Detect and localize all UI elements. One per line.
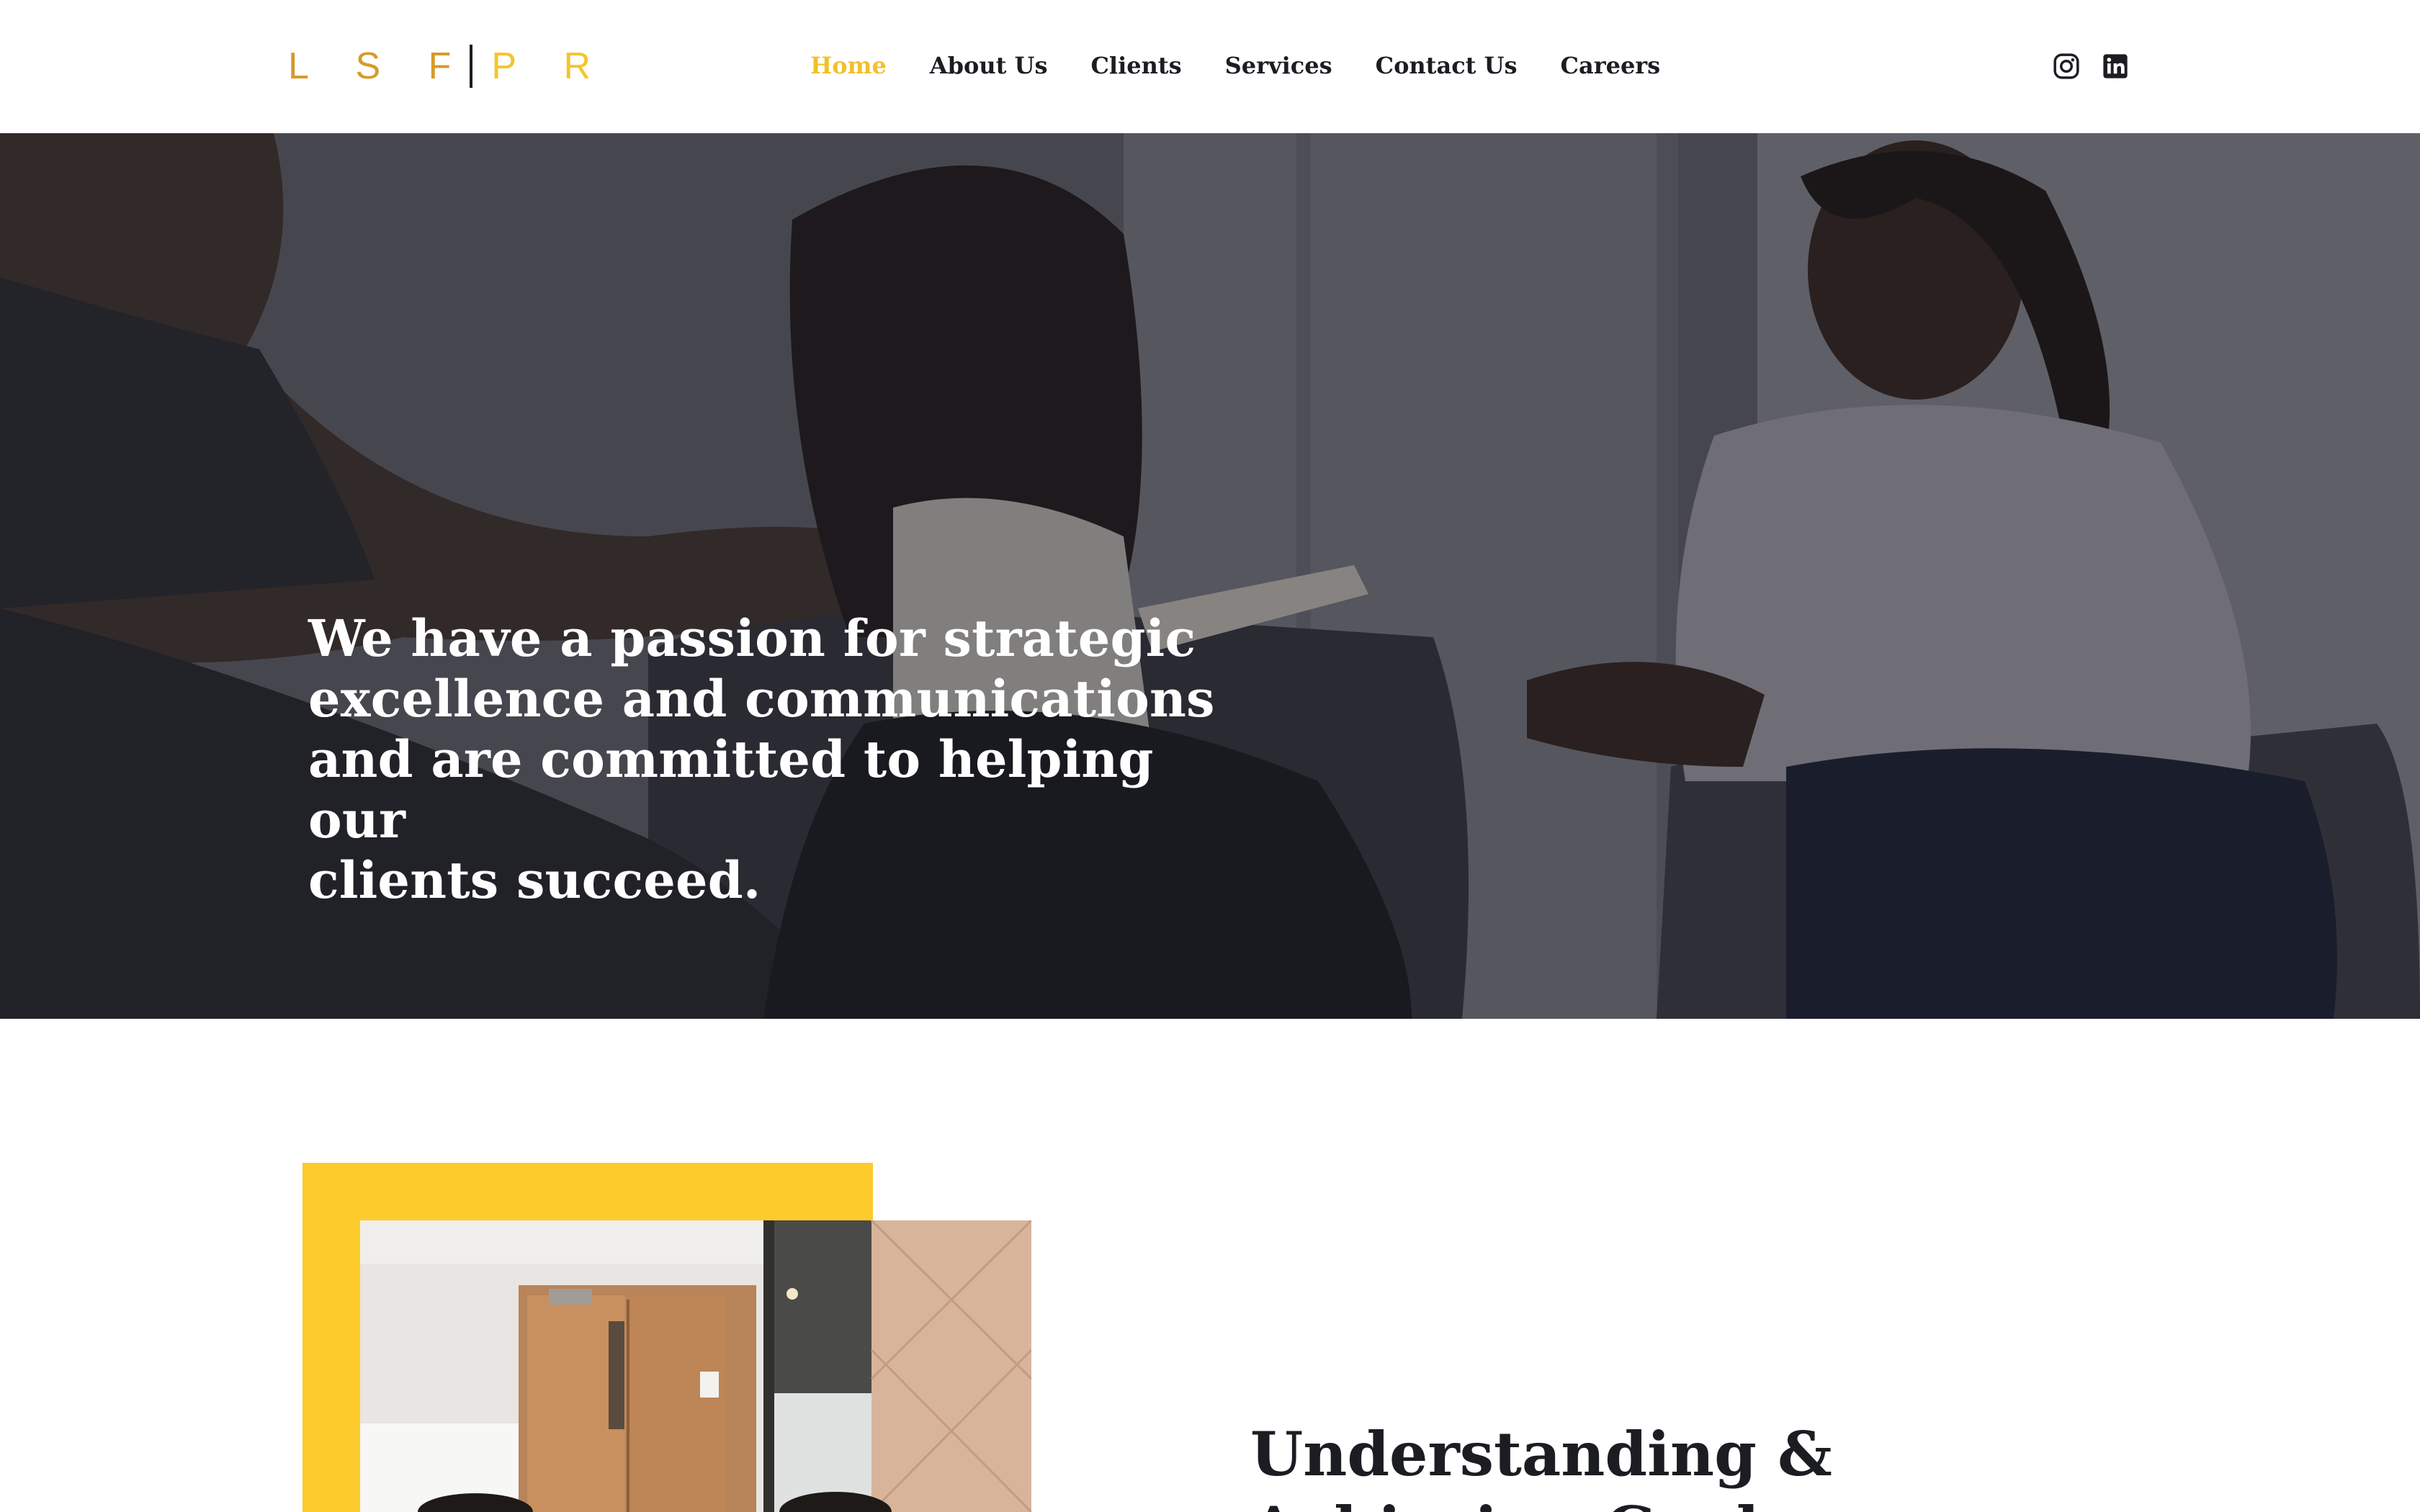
nav-services[interactable]: Services	[1225, 48, 1332, 84]
social-links	[2053, 53, 2129, 80]
logo-text-right: P R	[491, 45, 610, 87]
nav-clients[interactable]: Clients	[1090, 48, 1181, 84]
logo-text-left: L S F	[288, 45, 470, 87]
nav-home[interactable]: Home	[810, 48, 887, 84]
hero-banner: We have a passion for strategic excellen…	[0, 133, 2420, 1019]
instagram-icon[interactable]	[2053, 53, 2080, 80]
linkedin-icon[interactable]	[2102, 53, 2129, 80]
site-logo[interactable]: L S F P R	[288, 43, 609, 89]
nav-careers[interactable]: Careers	[1561, 48, 1661, 84]
hero-headline: We have a passion for strategic excellen…	[308, 608, 1215, 910]
logo-divider	[470, 45, 473, 88]
nav-about-us[interactable]: About Us	[930, 48, 1048, 84]
main-nav: Home About Us Clients Services Contact U…	[810, 48, 1660, 84]
site-header: L S F P R Home About Us Clients Services…	[0, 0, 2420, 133]
section-heading: Understanding & Achieving Goals	[1250, 1418, 1832, 1512]
nav-contact-us[interactable]: Contact Us	[1376, 48, 1518, 84]
team-photo	[360, 1220, 1031, 1512]
